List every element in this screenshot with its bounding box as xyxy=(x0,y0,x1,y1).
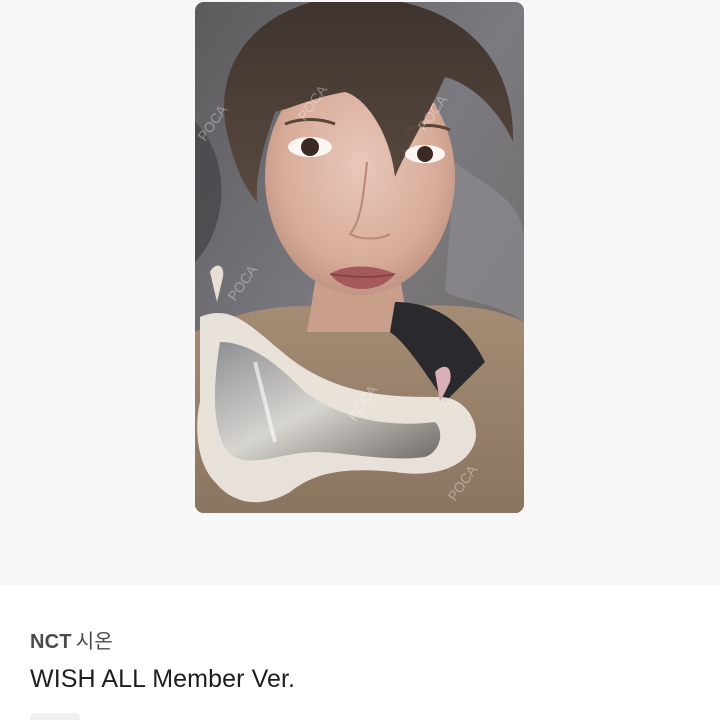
product-title: WISH ALL Member Ver. xyxy=(30,665,296,693)
product-image-area[interactable]: POCA POCA POCA POCA POCA POCA xyxy=(0,0,720,585)
artist-label: NCT 시온 xyxy=(30,625,113,654)
photocard-illustration: POCA POCA POCA POCA POCA POCA xyxy=(195,2,524,513)
product-info: NCT 시온 WISH ALL Member Ver. xyxy=(0,585,720,720)
member-name: 시온 xyxy=(75,631,113,653)
tag-chip[interactable] xyxy=(30,713,80,720)
group-name: NCT xyxy=(30,631,72,653)
product-detail-page: POCA POCA POCA POCA POCA POCA NCT 시온 WISH… xyxy=(0,0,720,720)
photocard-image[interactable]: POCA POCA POCA POCA POCA POCA xyxy=(195,2,524,513)
